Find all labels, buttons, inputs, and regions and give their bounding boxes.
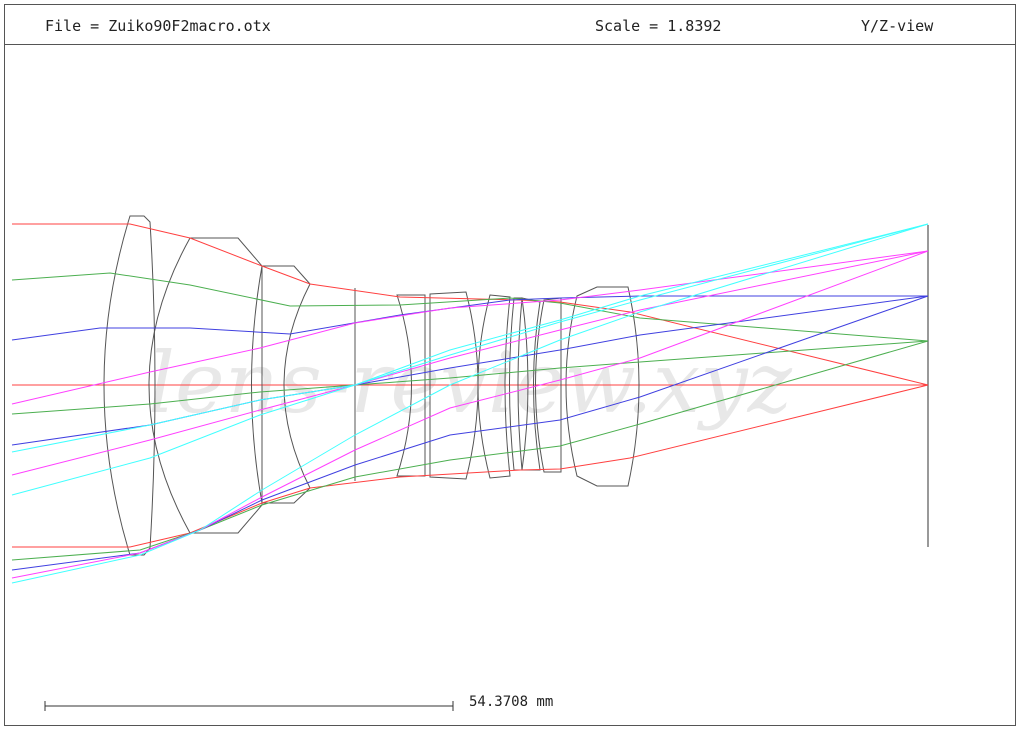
lens-diagram: lens-review.xyz [11,215,929,711]
scale-bar-label: 54.3708 mm [469,694,554,710]
scale-bar [44,701,454,711]
